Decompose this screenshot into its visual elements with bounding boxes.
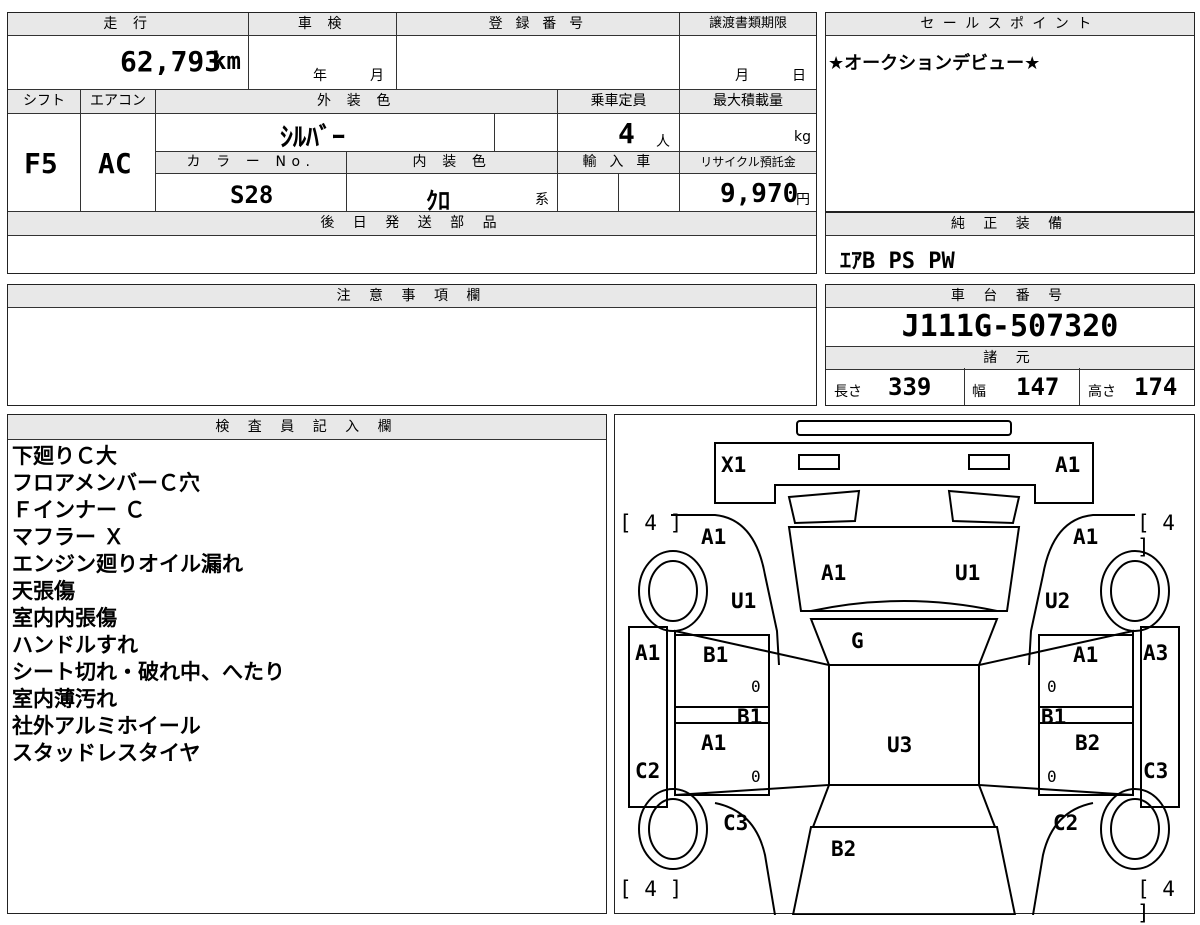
chassis-box: 車 台 番 号 J111G-507320 諸 元 長さ 339 幅 147 高さ… xyxy=(825,284,1195,406)
exterior-color-value: ｼﾙﾊﾞｰ xyxy=(280,123,346,153)
chassis-label: 車 台 番 号 xyxy=(826,285,1194,308)
code-center-b1-left: B1 xyxy=(737,705,763,729)
ac-label: エアコン xyxy=(81,90,155,113)
sales-point-text: ★オークションデビュー★ xyxy=(828,53,1041,74)
code-u2-right: U2 xyxy=(1045,589,1071,613)
width-label: 幅 xyxy=(972,384,986,400)
color-no-value: S28 xyxy=(230,181,274,209)
inspector-label: 検 査 員 記 入 欄 xyxy=(8,415,606,440)
code-door-a1-rl: A1 xyxy=(701,731,727,755)
recycle-value: 9,970 xyxy=(720,179,799,209)
code-roof-u3: U3 xyxy=(887,733,913,757)
later-parts-label: 後 日 発 送 部 品 xyxy=(8,212,816,235)
tire-depth-fl: [ 4 ] xyxy=(619,511,683,535)
transfer-month: 月 xyxy=(735,68,749,84)
code-fender-a1-left: A1 xyxy=(701,525,727,549)
shift-label: シフト xyxy=(8,90,80,113)
code-front-a1: A1 xyxy=(1055,453,1081,477)
code-side-c3-right: C3 xyxy=(1143,759,1169,783)
tire-depth-fr: [ 4 ] xyxy=(1137,511,1175,559)
code-hood-a1: A1 xyxy=(821,561,847,585)
transfer-day: 日 xyxy=(792,68,806,84)
car-outline-diagram xyxy=(628,420,1180,915)
code-hood-u1: U1 xyxy=(955,561,981,585)
sales-point-label: セールスポイント xyxy=(826,13,1194,36)
mileage-unit: km xyxy=(212,47,241,75)
equipment-box: 純 正 装 備 ｴｱB PS PW xyxy=(825,212,1195,274)
code-door-b2-rr: B2 xyxy=(1075,731,1101,755)
code-center-b1-right: B1 xyxy=(1041,705,1067,729)
length-value: 339 xyxy=(888,373,932,401)
code-side-a1-left: A1 xyxy=(635,641,661,665)
code-side-c2-left: C2 xyxy=(635,759,661,783)
recycle-label: リサイクル預託金 xyxy=(680,152,816,173)
code-u1-left: U1 xyxy=(731,589,757,613)
tire-depth-rr: [ 4 ] xyxy=(1137,877,1175,925)
equipment-label: 純 正 装 備 xyxy=(826,213,1194,236)
note-item: Ｆインナー Ｃ xyxy=(12,498,146,522)
max-load-label: 最大積載量 xyxy=(680,90,816,113)
caution-box: 注 意 事 項 欄 xyxy=(7,284,817,406)
note-item: フロアメンバーＣ穴 xyxy=(12,471,200,495)
interior-color-label: 内 装 色 xyxy=(347,152,557,173)
equipment-value: ｴｱB PS PW xyxy=(840,249,955,274)
exterior-color-label: 外 装 色 xyxy=(156,90,557,113)
transfer-deadline-label: 譲渡書類期限 xyxy=(680,13,816,35)
note-item: 室内内張傷 xyxy=(12,606,117,630)
capacity-value: 4 xyxy=(618,117,635,150)
specs-label: 諸 元 xyxy=(826,346,1194,370)
door-mark-fl: 0 xyxy=(751,677,761,696)
note-item: 社外アルミホイール xyxy=(12,714,201,738)
door-mark-rl: 0 xyxy=(751,767,761,786)
code-fender-a1-right: A1 xyxy=(1073,525,1099,549)
shaken-label: 車 検 xyxy=(249,13,396,35)
code-windshield-g: G xyxy=(851,629,864,653)
registration-label: 登 録 番 号 xyxy=(397,13,679,35)
code-side-a3-right: A3 xyxy=(1143,641,1169,665)
code-rear-c2-right: C2 xyxy=(1053,811,1079,835)
note-item: 天張傷 xyxy=(12,579,75,603)
shaken-month: 月 xyxy=(370,68,384,84)
code-back-b2: B2 xyxy=(831,837,857,861)
door-mark-fr: 0 xyxy=(1047,677,1057,696)
note-item: エンジン廻りオイル漏れ xyxy=(12,552,243,576)
note-item: ハンドルすれ xyxy=(12,633,138,657)
damage-diagram-box: [ 4 ] [ 4 ] [ 4 ] [ 4 ] X1 A1 A1 A1 A1 U… xyxy=(614,414,1195,925)
code-door-a1-fr: A1 xyxy=(1073,643,1099,667)
vehicle-info-box: 走 行 車 検 登 録 番 号 譲渡書類期限 62,793 km 年 月 月 日… xyxy=(7,12,817,274)
note-item: 室内薄汚れ xyxy=(12,687,117,711)
interior-suffix: 系 xyxy=(535,192,549,208)
shift-value: F5 xyxy=(24,147,58,180)
note-item: マフラー Ｘ xyxy=(12,525,125,549)
code-x1: X1 xyxy=(721,453,747,477)
width-value: 147 xyxy=(1016,373,1060,401)
capacity-unit: 人 xyxy=(656,134,670,150)
sales-point-box: セールスポイント ★オークションデビュー★ xyxy=(825,12,1195,212)
capacity-label: 乗車定員 xyxy=(558,90,679,113)
import-label: 輸 入 車 xyxy=(558,152,679,173)
ac-value: AC xyxy=(98,147,132,180)
mileage-value: 62,793 xyxy=(120,45,222,78)
inspector-notes: 下廻りＣ大 フロアメンバーＣ穴 Ｆインナー Ｃ マフラー Ｘ エンジン廻りオイル… xyxy=(12,443,285,767)
length-label: 長さ xyxy=(834,384,862,400)
inspector-box: 検 査 員 記 入 欄 下廻りＣ大 フロアメンバーＣ穴 Ｆインナー Ｃ マフラー… xyxy=(7,414,607,914)
height-label: 高さ xyxy=(1088,384,1116,400)
code-door-b1-fl: B1 xyxy=(703,643,729,667)
height-value: 174 xyxy=(1134,373,1178,401)
tire-depth-rl: [ 4 ] xyxy=(619,877,683,901)
interior-color-value: ｸﾛ xyxy=(426,187,450,215)
shaken-year: 年 xyxy=(313,68,327,84)
color-no-label: カ ラ ー No. xyxy=(156,152,346,173)
load-unit: kg xyxy=(794,129,811,145)
code-rear-c3-left: C3 xyxy=(723,811,749,835)
note-item: 下廻りＣ大 xyxy=(12,444,117,468)
mileage-label: 走 行 xyxy=(8,13,248,35)
recycle-unit: 円 xyxy=(796,192,810,208)
door-mark-rr: 0 xyxy=(1047,767,1057,786)
caution-label: 注 意 事 項 欄 xyxy=(8,285,816,308)
note-item: スタッドレスタイヤ xyxy=(12,741,201,765)
chassis-number: J111G-507320 xyxy=(901,309,1119,344)
note-item: シート切れ・破れ中、へたり xyxy=(12,660,285,684)
